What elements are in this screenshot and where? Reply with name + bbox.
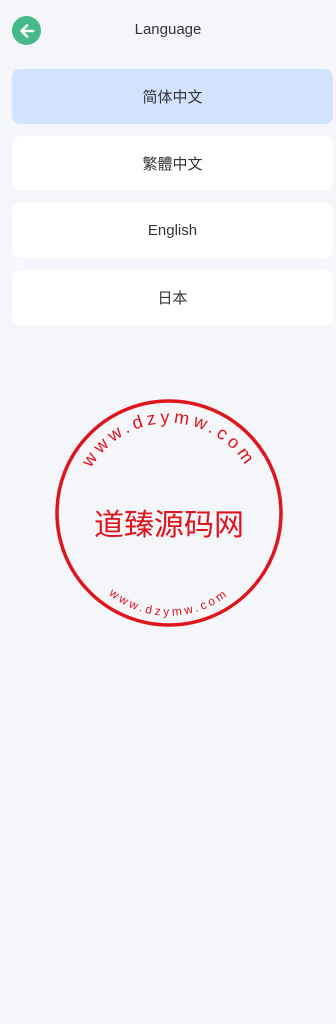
language-option-english[interactable]: English <box>12 203 333 258</box>
watermark-seal: www.dzymw.com 道臻源码网 www.dzymw.com <box>54 398 284 628</box>
language-label: 日本 <box>157 290 188 307</box>
language-label: English <box>147 222 198 239</box>
language-label: 简体中文 <box>142 89 203 106</box>
language-label: 繁體中文 <box>142 156 203 173</box>
language-option-simplified-chinese[interactable]: 简体中文 <box>12 69 333 124</box>
language-list: 简体中文 繁體中文 English 日本 <box>12 69 333 337</box>
language-option-japanese[interactable]: 日本 <box>12 270 333 325</box>
page-title: Language <box>134 21 202 38</box>
seal-center-text: 道臻源码网 <box>94 508 244 543</box>
header: Language <box>0 0 336 62</box>
seal-top-text: www.dzymw.com <box>77 407 261 471</box>
seal-bottom-text: www.dzymw.com <box>106 585 231 619</box>
watermark-seal-graphic: www.dzymw.com 道臻源码网 www.dzymw.com <box>55 399 283 627</box>
language-option-traditional-chinese[interactable]: 繁體中文 <box>12 136 333 191</box>
